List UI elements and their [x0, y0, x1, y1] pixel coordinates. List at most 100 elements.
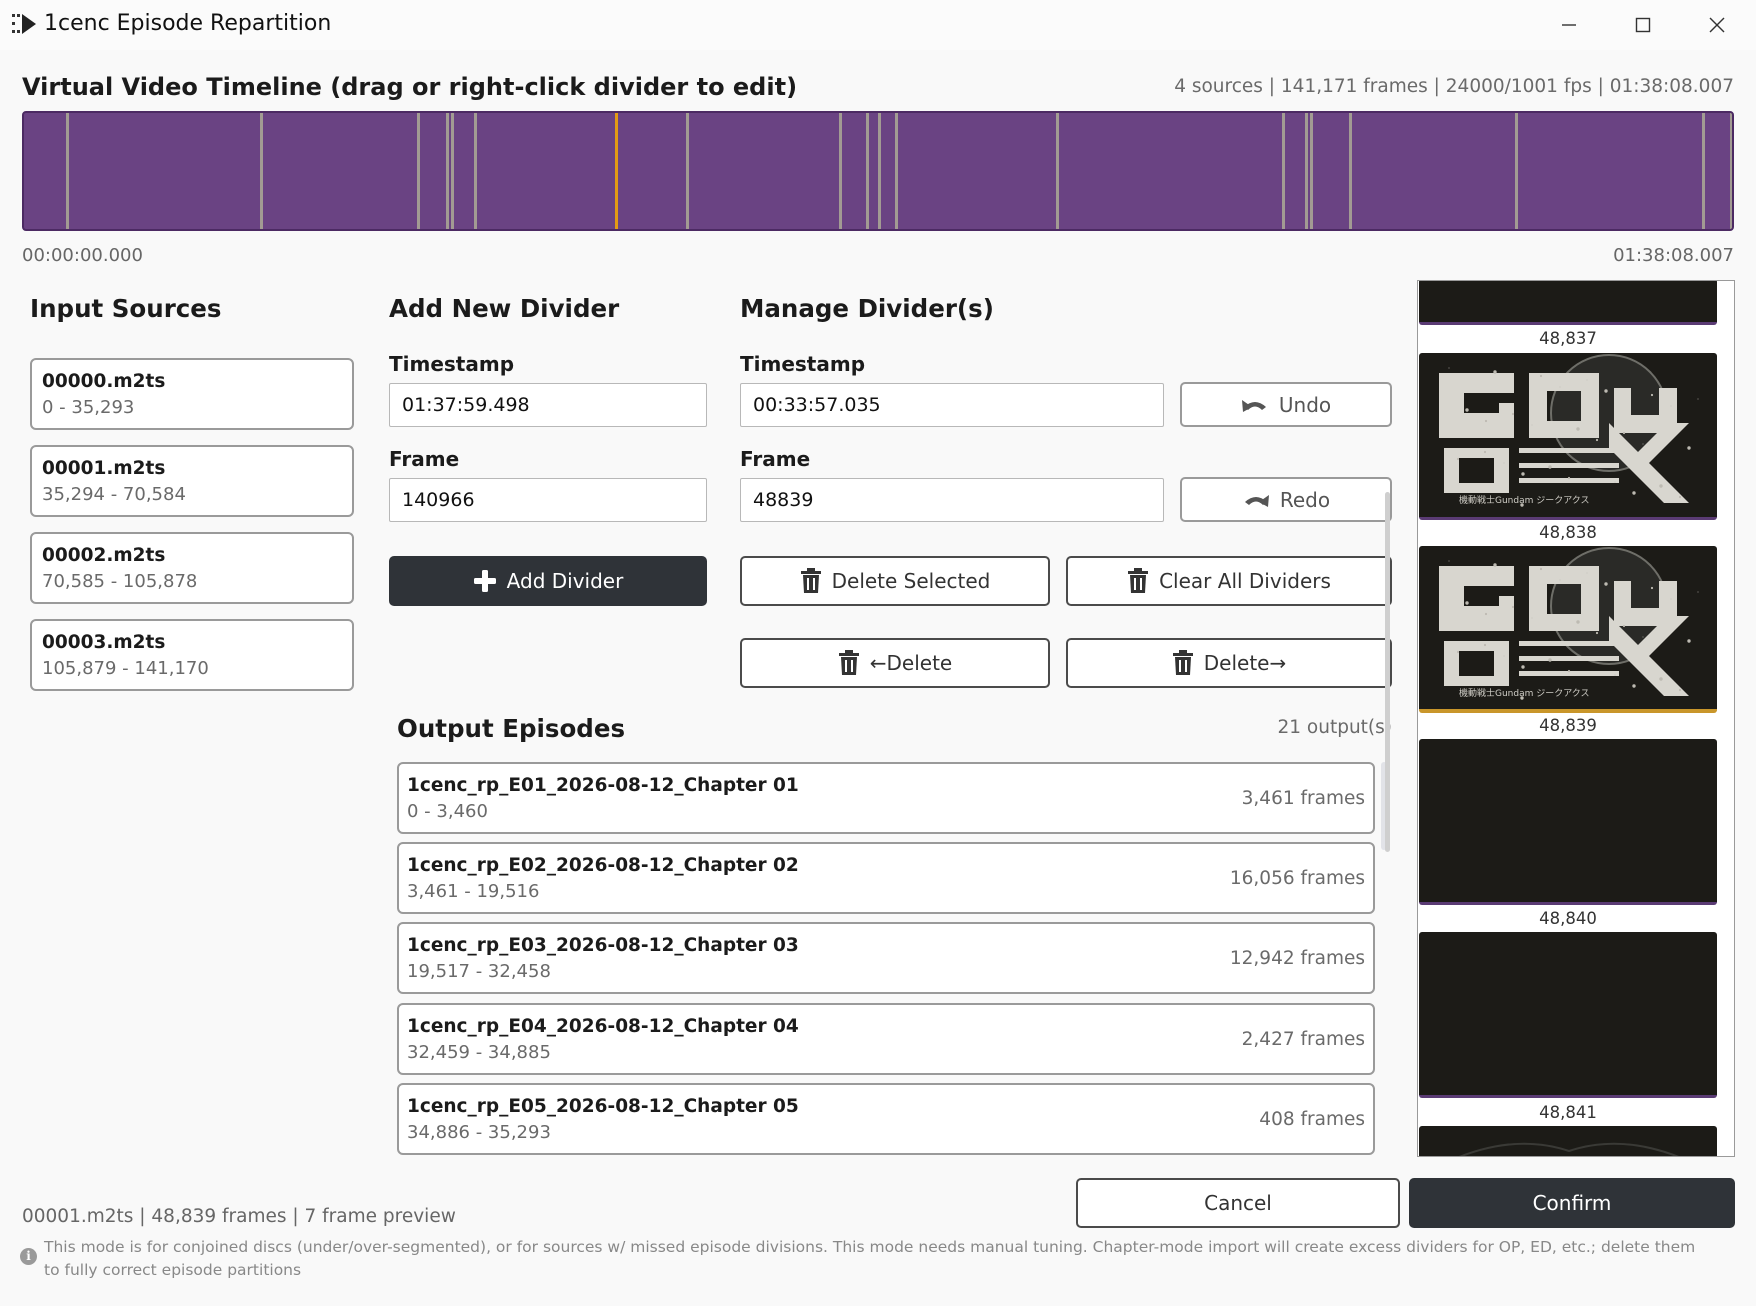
- preview-logo-image: 機動戦士Gundam ジークアクス: [1419, 280, 1717, 322]
- manage-timestamp-input[interactable]: [740, 383, 1164, 427]
- timeline-divider[interactable]: [1730, 113, 1732, 229]
- timeline-divider[interactable]: [1349, 113, 1352, 229]
- preview-frame-label: 48,840: [1539, 909, 1597, 928]
- preview-frame-label: 48,837: [1539, 329, 1597, 348]
- timeline-divider[interactable]: [895, 113, 898, 229]
- delete-selected-button[interactable]: Delete Selected: [740, 556, 1050, 606]
- maximize-icon: [1635, 17, 1651, 33]
- clear-all-dividers-button[interactable]: Clear All Dividers: [1066, 556, 1392, 606]
- manage-frame-label: Frame: [740, 447, 811, 471]
- delete-right-button[interactable]: Delete→: [1066, 638, 1392, 688]
- add-frame-input[interactable]: [389, 478, 707, 522]
- add-divider-label: Add Divider: [506, 569, 624, 593]
- episode-item[interactable]: 1cenc_rp_E02_2026-08-12_Chapter 02 3,461…: [397, 842, 1375, 914]
- source-range: 105,879 - 141,170: [42, 658, 209, 679]
- timeline-divider[interactable]: [446, 113, 449, 229]
- timeline-divider[interactable]: [615, 113, 618, 229]
- episode-name: 1cenc_rp_E02_2026-08-12_Chapter 02: [407, 855, 799, 876]
- timeline-divider[interactable]: [1305, 113, 1308, 229]
- delete-right-label: Delete→: [1203, 651, 1287, 675]
- timeline-divider[interactable]: [1310, 113, 1313, 229]
- timeline-divider[interactable]: [866, 113, 869, 229]
- preview-frame-label: 48,841: [1539, 1103, 1597, 1122]
- episode-range: 34,886 - 35,293: [407, 1122, 551, 1143]
- minimize-button[interactable]: [1532, 0, 1606, 50]
- source-range: 35,294 - 70,584: [42, 484, 186, 505]
- preview-frame[interactable]: [1419, 739, 1717, 905]
- episode-item[interactable]: 1cenc_rp_E05_2026-08-12_Chapter 05 34,88…: [397, 1083, 1375, 1155]
- episode-item[interactable]: 1cenc_rp_E03_2026-08-12_Chapter 03 19,51…: [397, 922, 1375, 994]
- preview-frame-label: 48,838: [1539, 523, 1597, 542]
- timeline-divider[interactable]: [474, 113, 477, 229]
- close-window-button[interactable]: [1680, 0, 1754, 50]
- confirm-button[interactable]: Confirm: [1409, 1178, 1735, 1228]
- episode-frames: 3,461 frames: [1241, 788, 1365, 809]
- trash-icon: [838, 650, 859, 675]
- undo-label: Undo: [1278, 392, 1332, 417]
- confirm-label: Confirm: [1532, 1191, 1612, 1215]
- preview-frame[interactable]: [1419, 932, 1717, 1098]
- preview-frame[interactable]: 機動戦士Gundam ジークアクス: [1419, 280, 1717, 325]
- episode-frames: 2,427 frames: [1241, 1029, 1365, 1050]
- undo-button[interactable]: Undo: [1180, 382, 1392, 427]
- redo-button[interactable]: Redo: [1180, 477, 1392, 522]
- manage-frame-input[interactable]: [740, 478, 1164, 522]
- source-item[interactable]: 00002.m2ts 70,585 - 105,878: [30, 532, 354, 604]
- episode-range: 0 - 3,460: [407, 801, 488, 822]
- timeline-divider[interactable]: [1515, 113, 1518, 229]
- preview-scrollbar[interactable]: [1385, 492, 1390, 852]
- add-timestamp-input[interactable]: [389, 383, 707, 427]
- add-divider-title: Add New Divider: [389, 294, 620, 323]
- add-timestamp-label: Timestamp: [389, 352, 515, 376]
- undo-icon: [1241, 399, 1266, 412]
- redo-label: Redo: [1279, 487, 1331, 512]
- output-count: 21 output(s): [1277, 717, 1392, 738]
- timeline-bar[interactable]: [22, 111, 1734, 231]
- timeline-divider[interactable]: [260, 113, 263, 229]
- delete-left-button[interactable]: ←Delete: [740, 638, 1050, 688]
- episode-name: 1cenc_rp_E05_2026-08-12_Chapter 05: [407, 1096, 799, 1117]
- timeline-divider[interactable]: [417, 113, 420, 229]
- app-logo-icon: [12, 14, 36, 34]
- timeline-divider[interactable]: [878, 113, 881, 229]
- trash-icon: [800, 568, 821, 593]
- timeline-info: 4 sources | 141,171 frames | 24000/1001 …: [1174, 76, 1734, 97]
- mode-note: This mode is for conjoined discs (under/…: [44, 1238, 1696, 1279]
- info-icon: i: [20, 1248, 37, 1265]
- svg-text:機動戦士Gundam ジークアクス: 機動戦士Gundam ジークアクス: [1459, 494, 1590, 506]
- status-text: 00001.m2ts | 48,839 frames | 7 frame pre…: [22, 1206, 456, 1227]
- episode-item[interactable]: 1cenc_rp_E04_2026-08-12_Chapter 04 32,45…: [397, 1003, 1375, 1075]
- source-item[interactable]: 00000.m2ts 0 - 35,293: [30, 358, 354, 430]
- add-divider-button[interactable]: Add Divider: [389, 556, 707, 606]
- clear-all-dividers-label: Clear All Dividers: [1159, 569, 1331, 593]
- delete-left-label: ←Delete: [869, 651, 953, 675]
- maximize-button[interactable]: [1606, 0, 1680, 50]
- episode-range: 19,517 - 32,458: [407, 961, 551, 982]
- timeline-divider[interactable]: [839, 113, 842, 229]
- source-item[interactable]: 00003.m2ts 105,879 - 141,170: [30, 619, 354, 691]
- timeline-divider[interactable]: [1282, 113, 1285, 229]
- timeline-title: Virtual Video Timeline (drag or right-cl…: [22, 73, 798, 101]
- output-episodes-title: Output Episodes: [397, 714, 626, 743]
- frame-preview-panel[interactable]: 機動戦士Gundam ジークアクス 48,837 機動戦士Gundam ジークア…: [1417, 280, 1735, 1157]
- preview-frame[interactable]: [1419, 1126, 1717, 1156]
- timeline-divider[interactable]: [1056, 113, 1059, 229]
- source-range: 70,585 - 105,878: [42, 571, 198, 592]
- episode-range: 32,459 - 34,885: [407, 1042, 551, 1063]
- preview-frame[interactable]: 機動戦士Gundam ジークアクス: [1419, 353, 1717, 520]
- cancel-button[interactable]: Cancel: [1076, 1178, 1400, 1228]
- source-name: 00000.m2ts: [42, 371, 166, 392]
- cancel-label: Cancel: [1204, 1191, 1272, 1215]
- timeline-divider[interactable]: [1702, 113, 1705, 229]
- timeline-divider[interactable]: [451, 113, 454, 229]
- source-item[interactable]: 00001.m2ts 35,294 - 70,584: [30, 445, 354, 517]
- episode-item[interactable]: 1cenc_rp_E01_2026-08-12_Chapter 01 0 - 3…: [397, 762, 1375, 834]
- preview-frame-selected[interactable]: 機動戦士Gundam ジークアクス: [1419, 546, 1717, 713]
- redo-icon: [1244, 494, 1269, 507]
- delete-selected-label: Delete Selected: [831, 569, 991, 593]
- timeline-start-time: 00:00:00.000: [22, 245, 143, 266]
- episode-range: 3,461 - 19,516: [407, 881, 540, 902]
- episode-name: 1cenc_rp_E01_2026-08-12_Chapter 01: [407, 775, 799, 796]
- timeline-divider[interactable]: [66, 113, 69, 229]
- timeline-divider[interactable]: [686, 113, 689, 229]
